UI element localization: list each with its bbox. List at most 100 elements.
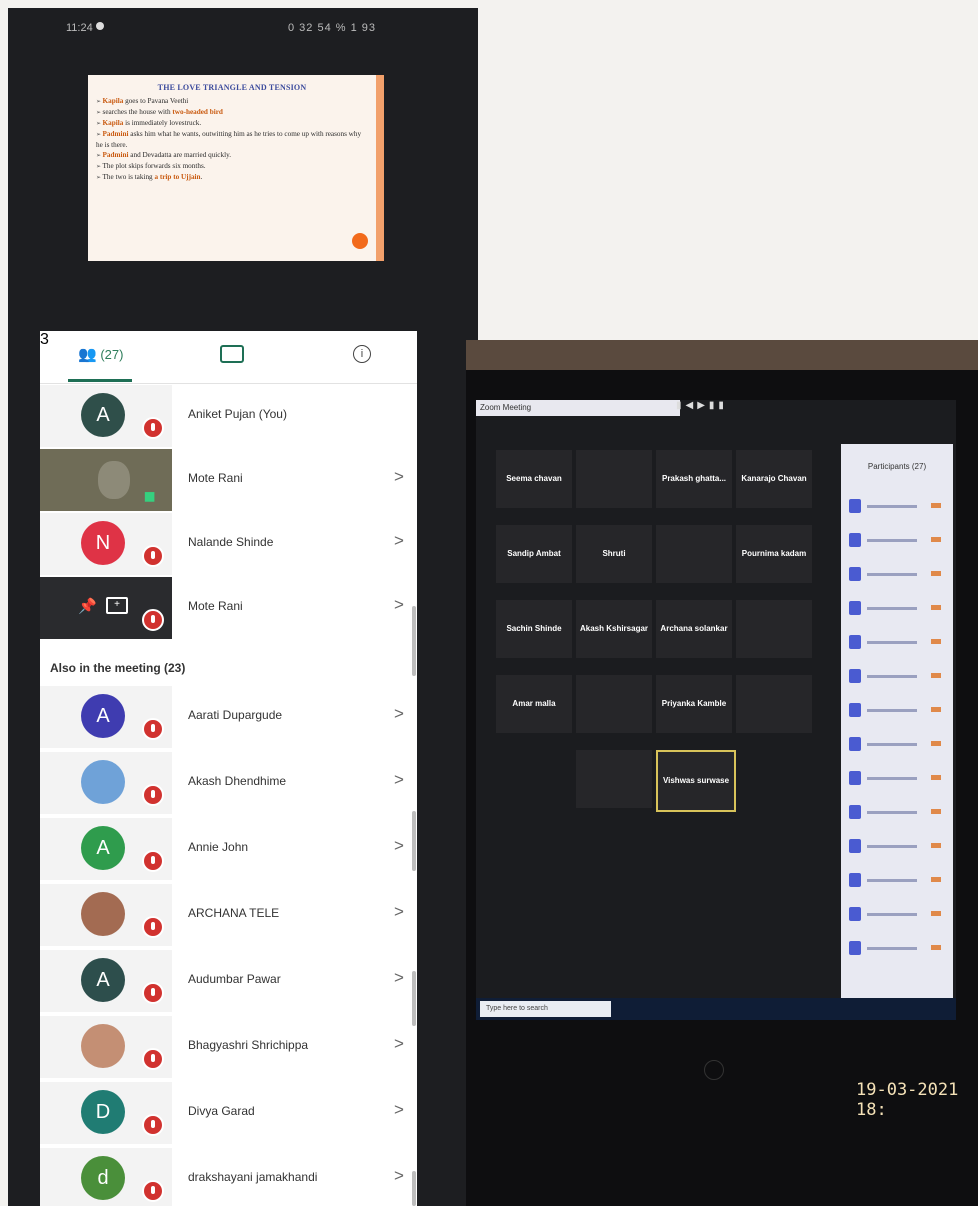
participant-row[interactable]: ARCHANA TELE > [40, 884, 417, 948]
chevron-right-icon[interactable]: > [394, 1166, 404, 1186]
muted-mic-icon [931, 571, 941, 576]
participant-row[interactable]: A Audumbar Pawar > [40, 950, 417, 1014]
video-tile[interactable]: Prakash ghatta... [656, 450, 732, 508]
video-tile[interactable] [736, 600, 812, 658]
slide-text: goes to Pavana Veethi [123, 97, 189, 105]
active-tab-indicator [68, 379, 132, 382]
muted-mic-icon [931, 741, 941, 746]
avatar: A [81, 826, 125, 870]
video-tile[interactable]: Sandip Ambat [496, 525, 572, 583]
muted-mic-icon [142, 784, 164, 806]
participant-name: Divya Garad [188, 1104, 255, 1118]
avatar [849, 771, 861, 785]
participant-row[interactable]: d drakshayani jamakhandi > [40, 1148, 417, 1206]
video-tile[interactable]: Amar malla [496, 675, 572, 733]
participant-row[interactable]: D Divya Garad > [40, 1082, 417, 1146]
chat-icon [220, 345, 244, 363]
laptop-photo: Zoom Meeting ▮◀▶▮▮ Seema chavan Prakash g… [466, 340, 978, 1206]
speaking-indicator-icon: ▮▮ [144, 489, 155, 503]
chevron-right-icon[interactable]: > [394, 595, 404, 615]
muted-mic-icon [142, 417, 164, 439]
participant-name-blur [867, 607, 917, 610]
sidebar-participant [841, 863, 953, 897]
video-tile[interactable]: Seema chavan [496, 450, 572, 508]
muted-mic-icon [142, 718, 164, 740]
video-tile[interactable] [576, 675, 652, 733]
window-title: Zoom Meeting [476, 400, 680, 416]
chevron-right-icon[interactable]: > [394, 836, 404, 856]
participant-row[interactable]: A Annie John > [40, 818, 417, 882]
video-tile[interactable]: Kanarajo Chavan [736, 450, 812, 508]
video-tile[interactable] [736, 675, 812, 733]
scrollbar-thumb[interactable] [412, 606, 416, 676]
chevron-right-icon[interactable]: > [394, 968, 404, 988]
slide-title: THE LOVE TRIANGLE AND TENSION [157, 83, 307, 92]
chevron-right-icon[interactable]: > [394, 704, 404, 724]
video-tile[interactable] [656, 525, 732, 583]
participant-thumbnail: ▮▮ [40, 449, 172, 511]
chevron-right-icon[interactable]: > [394, 770, 404, 790]
slide-bullet: Kapila goes to Pavana Veethi [96, 96, 368, 107]
participant-row[interactable]: A Aarati Dupargude > [40, 686, 417, 750]
muted-mic-icon [931, 775, 941, 780]
sidebar-participant [841, 897, 953, 931]
status-time: 11:24 [66, 22, 93, 34]
slide-bullet: The plot skips forwards six months. [96, 161, 368, 172]
participant-thumbnail: d [40, 1148, 172, 1206]
chevron-right-icon[interactable]: > [394, 1034, 404, 1054]
participant-name-blur [867, 845, 917, 848]
chevron-right-icon[interactable]: > [394, 467, 404, 487]
participant-row[interactable]: ▮▮ Mote Rani > [40, 449, 417, 513]
participant-thumbnail: A [40, 950, 172, 1012]
sidebar-participant [841, 591, 953, 625]
video-tile[interactable]: Vishwas surwase [656, 750, 736, 812]
slide-text: is immediately lovestruck. [123, 119, 202, 127]
slide-highlight: two-headed bird [172, 108, 223, 116]
participant-row[interactable]: N Nalande Shinde > [40, 513, 417, 577]
participant-name: Akash Dhendhime [188, 774, 287, 788]
muted-mic-icon [931, 673, 941, 678]
status-bar: 11:24 0 32 54 % 1 93 [8, 8, 478, 42]
participant-name: ARCHANA TELE [188, 906, 280, 920]
video-tile[interactable]: Shruti [576, 525, 652, 583]
sidebar-participant [841, 795, 953, 829]
participant-row[interactable]: A Aniket Pujan (You) [40, 385, 417, 449]
participant-row[interactable]: Akash Dhendhime > [40, 752, 417, 816]
video-tile[interactable]: Pournima kadam [736, 525, 812, 583]
muted-mic-icon [142, 1180, 164, 1202]
video-tile[interactable] [576, 750, 652, 808]
avatar [81, 760, 125, 804]
slide-highlight: Kapila [102, 119, 124, 127]
taskbar-search[interactable]: Type here to search [480, 1001, 611, 1017]
video-tile[interactable] [576, 450, 652, 508]
muted-mic-icon [931, 707, 941, 712]
avatar [849, 567, 861, 581]
slide-bullet: Padmini asks him what he wants, outwitti… [96, 129, 368, 150]
video-tile[interactable]: Priyanka Kamble [656, 675, 732, 733]
screen-share-icon: + [106, 597, 128, 614]
participant-name: Aarati Dupargude [188, 708, 283, 722]
muted-mic-icon [142, 609, 164, 631]
participant-row[interactable]: 📌 + Mote Rani > [40, 577, 417, 641]
chevron-right-icon[interactable]: > [394, 902, 404, 922]
notification-icon [96, 22, 104, 30]
avatar [849, 941, 861, 955]
info-icon[interactable]: i [353, 345, 371, 363]
tab-participants[interactable]: 👥 (27) [78, 345, 123, 363]
participant-name: Mote Rani [188, 471, 243, 485]
participant-name-blur [867, 641, 917, 644]
chevron-right-icon[interactable]: > [394, 531, 404, 551]
muted-mic-icon [931, 639, 941, 644]
muted-mic-icon [931, 843, 941, 848]
tab-chat[interactable] [220, 345, 244, 366]
video-tile[interactable]: Akash Kshirsagar [576, 600, 652, 658]
participant-name: Aniket Pujan (You) [188, 407, 287, 421]
sidebar-participant [841, 931, 953, 965]
scrollbar-segment [412, 811, 416, 871]
chevron-right-icon[interactable]: > [394, 1100, 404, 1120]
video-tile[interactable]: Archana solankar [656, 600, 732, 658]
participant-row[interactable]: Bhagyashri Shrichippa > [40, 1016, 417, 1080]
participant-name-blur [867, 573, 917, 576]
video-tile[interactable]: Sachin Shinde [496, 600, 572, 658]
participant-thumbnail [40, 884, 172, 946]
